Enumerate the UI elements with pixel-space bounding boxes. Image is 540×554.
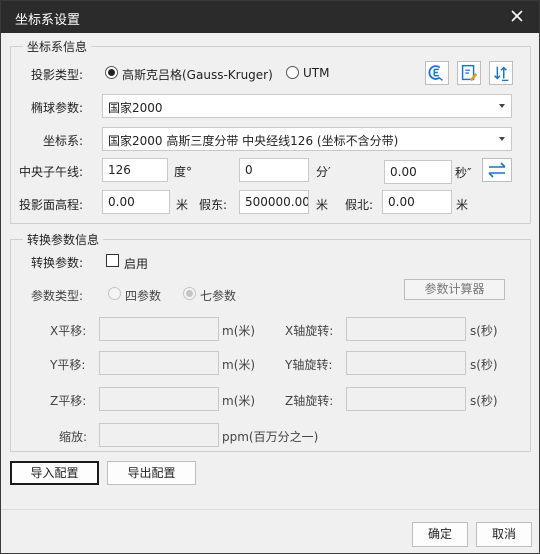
z-shift-label: Z平移: bbox=[50, 394, 87, 408]
false-north-input[interactable]: 0.00 bbox=[382, 190, 452, 214]
radio-gauss-kruger[interactable] bbox=[105, 66, 118, 79]
coordinate-settings-dialog: 坐标系设置 坐标系信息 投影类型: 高斯克吕格(Gauss-Kruger) UT… bbox=[0, 0, 540, 554]
false-north-label: 假北: bbox=[345, 198, 374, 212]
projection-type-label: 投影类型: bbox=[31, 68, 84, 82]
x-shift-input[interactable] bbox=[99, 317, 219, 341]
second-input[interactable]: 0.00 bbox=[384, 160, 452, 184]
close-icon[interactable] bbox=[509, 8, 525, 24]
swap-arrows-icon bbox=[488, 162, 506, 178]
radio-gauss-kruger-label[interactable]: 高斯克吕格(Gauss-Kruger) bbox=[122, 66, 273, 83]
projection-height-label: 投影面高程: bbox=[19, 198, 84, 212]
y-rot-unit: s(秒) bbox=[470, 358, 498, 372]
title-bar: 坐标系设置 bbox=[1, 1, 539, 33]
scale-unit: ppm(百万分之一) bbox=[222, 430, 319, 444]
minute-unit: 分′ bbox=[316, 165, 331, 179]
y-shift-unit: m(米) bbox=[222, 358, 256, 372]
enable-checkbox[interactable] bbox=[106, 254, 119, 267]
transform-param-label: 转换参数: bbox=[31, 256, 84, 270]
z-shift-input[interactable] bbox=[99, 387, 219, 411]
z-rot-input[interactable] bbox=[346, 387, 466, 411]
second-unit: 秒″ bbox=[455, 166, 472, 180]
radio-seven-param-label[interactable]: 七参数 bbox=[200, 287, 236, 304]
y-rot-input[interactable] bbox=[346, 351, 466, 375]
coord-sort-icon bbox=[494, 66, 509, 81]
coord-edit-icon bbox=[461, 64, 478, 82]
ellipsoid-label: 椭球参数: bbox=[31, 101, 84, 115]
degree-unit: 度° bbox=[174, 165, 193, 179]
scale-input[interactable] bbox=[99, 423, 219, 447]
false-north-unit: 米 bbox=[456, 198, 469, 212]
projection-height-unit: 米 bbox=[176, 198, 189, 212]
projection-height-input[interactable]: 0.00 bbox=[102, 190, 170, 214]
false-east-unit: 米 bbox=[316, 198, 329, 212]
footer-divider bbox=[1, 509, 539, 510]
z-rot-unit: s(秒) bbox=[470, 394, 498, 408]
x-rot-label: X轴旋转: bbox=[285, 324, 334, 338]
z-rot-label: Z轴旋转: bbox=[285, 394, 334, 408]
scale-label: 缩放: bbox=[59, 430, 88, 444]
transform-group: 转换参数信息 bbox=[10, 231, 531, 452]
y-rot-label: Y轴旋转: bbox=[285, 358, 333, 372]
export-config-button[interactable]: 导出配置 bbox=[107, 461, 196, 485]
coordsys-label: 坐标系: bbox=[43, 134, 84, 148]
param-calculator-button[interactable]: 参数计算器 bbox=[404, 279, 505, 300]
degree-input[interactable]: 126 bbox=[102, 158, 168, 182]
window-title: 坐标系设置 bbox=[15, 13, 81, 28]
coord-lookup-button[interactable] bbox=[425, 61, 449, 85]
transform-group-title: 转换参数信息 bbox=[23, 231, 104, 248]
false-east-input[interactable]: 500000.00 bbox=[239, 190, 309, 214]
central-meridian-label: 中央子午线: bbox=[19, 165, 84, 179]
swap-button[interactable] bbox=[482, 158, 512, 182]
coordsys-select[interactable]: 国家2000 高斯三度分带 中央经线126 (坐标不含分带) bbox=[102, 127, 512, 151]
radio-four-param[interactable] bbox=[108, 287, 121, 300]
radio-seven-param[interactable] bbox=[183, 287, 196, 300]
ok-button[interactable]: 确定 bbox=[412, 522, 468, 547]
coord-sort-button[interactable] bbox=[489, 61, 513, 85]
radio-four-param-label[interactable]: 四参数 bbox=[125, 287, 161, 304]
ellipsoid-select[interactable]: 国家2000 bbox=[102, 94, 512, 118]
radio-utm-label[interactable]: UTM bbox=[303, 66, 329, 80]
ellipsoid-value: 国家2000 bbox=[108, 101, 163, 115]
z-shift-unit: m(米) bbox=[222, 394, 256, 408]
y-shift-input[interactable] bbox=[99, 351, 219, 375]
chevron-down-icon bbox=[499, 104, 505, 108]
coord-lookup-icon bbox=[428, 65, 443, 81]
chevron-down-icon bbox=[499, 137, 505, 141]
coord-info-title: 坐标系信息 bbox=[23, 38, 92, 55]
x-shift-label: X平移: bbox=[50, 324, 87, 338]
false-east-label: 假东: bbox=[199, 198, 228, 212]
coordsys-value: 国家2000 高斯三度分带 中央经线126 (坐标不含分带) bbox=[108, 134, 399, 148]
coord-edit-button[interactable] bbox=[457, 61, 481, 85]
x-shift-unit: m(米) bbox=[222, 324, 256, 338]
x-rot-unit: s(秒) bbox=[470, 324, 498, 338]
minute-input[interactable]: 0 bbox=[239, 158, 309, 182]
cancel-button[interactable]: 取消 bbox=[476, 522, 532, 547]
x-rot-input[interactable] bbox=[346, 317, 466, 341]
param-type-label: 参数类型: bbox=[31, 289, 84, 303]
y-shift-label: Y平移: bbox=[50, 358, 86, 372]
enable-label[interactable]: 启用 bbox=[124, 255, 148, 272]
import-config-button[interactable]: 导入配置 bbox=[10, 461, 99, 485]
radio-utm[interactable] bbox=[286, 66, 299, 79]
